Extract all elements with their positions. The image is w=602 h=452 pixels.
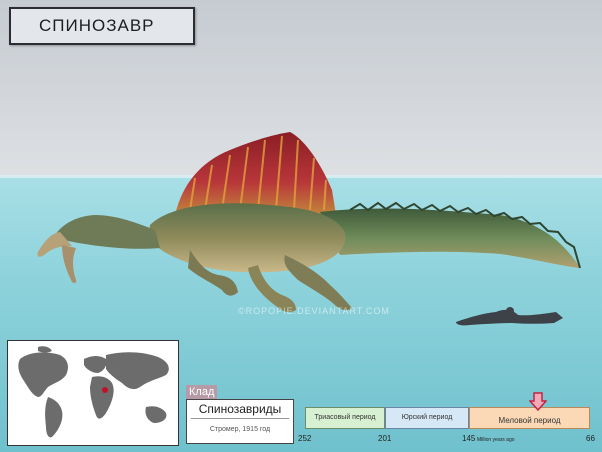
geologic-timeline: Триасовый период Юрский период Меловой п…: [305, 407, 590, 429]
tick-label: 145: [462, 434, 476, 443]
clade-divider: [191, 418, 289, 419]
human-swimmer-silhouette-icon: [456, 307, 563, 326]
dino-neck: [55, 215, 160, 249]
watermark: ©ROPOPIE.DEVIANTART.COM: [238, 306, 390, 316]
tick-label: 201: [378, 434, 392, 443]
clade-tag: Клад: [186, 385, 218, 399]
period-triassic: Триасовый период: [305, 407, 385, 429]
period-label: Триасовый период: [314, 414, 376, 421]
period-label: Меловой период: [498, 416, 561, 425]
tick-label: 66: [586, 434, 595, 443]
clade-author: Стромер, 1915 год: [209, 426, 271, 433]
period-label: Юрский период: [401, 414, 453, 421]
dino-body: [149, 203, 346, 273]
locator-dot-icon: [102, 387, 108, 393]
tick-label: 252: [298, 434, 312, 443]
period-jurassic: Юрский период: [385, 407, 469, 429]
clade-box: Спинозавриды Стромер, 1915 год: [186, 399, 294, 444]
clade-name: Спинозавриды: [198, 402, 282, 416]
arrow-down-icon: [529, 392, 547, 412]
dino-tail: [320, 208, 580, 268]
world-map-inset: [7, 340, 179, 446]
timeline-units: Million years ago: [477, 437, 515, 443]
world-map: [8, 341, 178, 445]
